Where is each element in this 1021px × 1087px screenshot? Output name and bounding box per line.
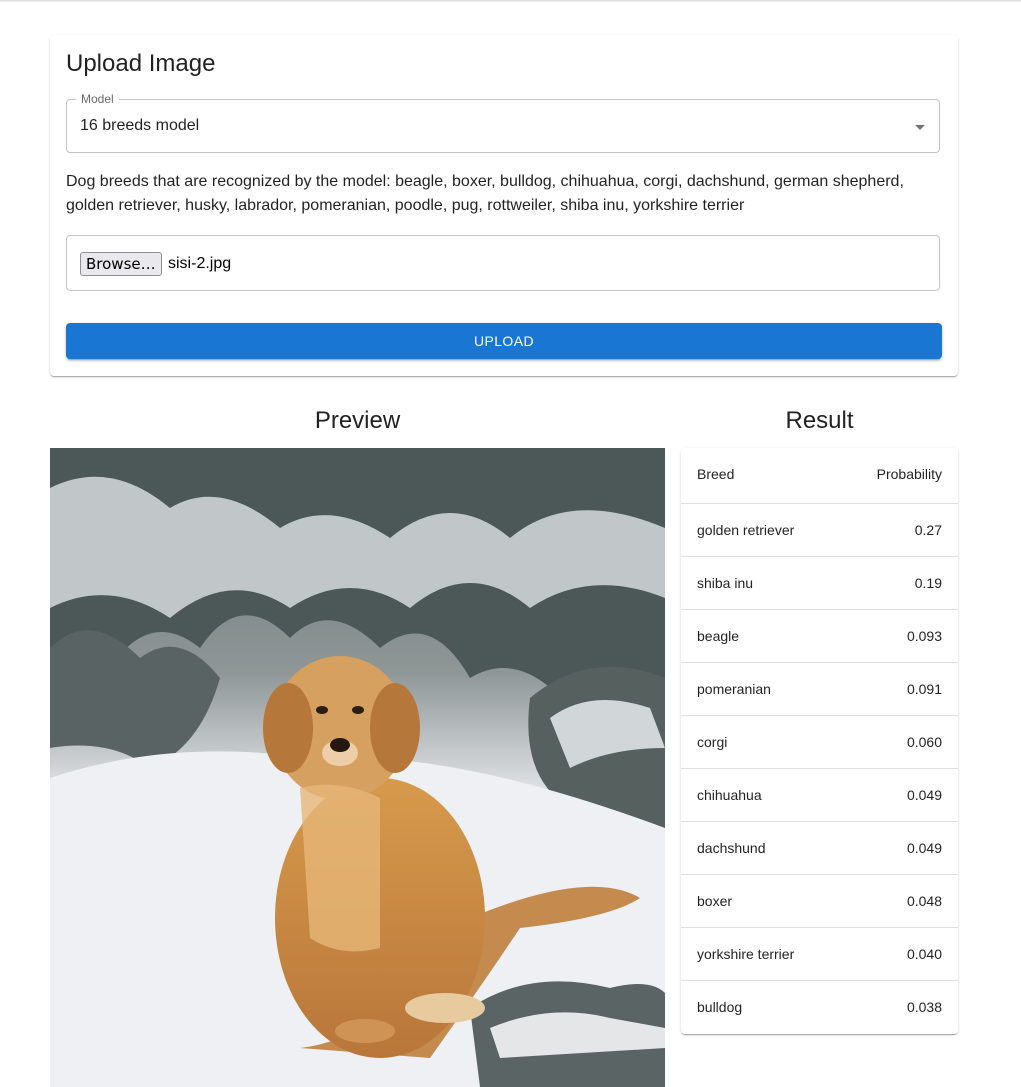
breed-cell: bulldog xyxy=(697,999,743,1015)
table-row: corgi 0.060 xyxy=(681,716,958,769)
probability-cell: 0.060 xyxy=(906,734,942,750)
probability-cell: 0.049 xyxy=(906,840,942,856)
model-select-value: 16 breeds model xyxy=(80,117,200,134)
browse-button[interactable]: Browse… xyxy=(80,252,162,276)
recognized-breeds-text: Dog breeds that are recognized by the mo… xyxy=(66,173,904,214)
probability-cell: 0.048 xyxy=(906,893,942,909)
selected-file-name: sisi-2.jpg xyxy=(168,255,232,272)
result-table: Breed Probability golden retriever 0.27 … xyxy=(681,448,958,1034)
breed-cell: dachshund xyxy=(697,840,766,856)
model-select-label: Model xyxy=(76,91,119,107)
table-header-row: Breed Probability xyxy=(681,448,958,504)
table-row: shiba inu 0.19 xyxy=(681,557,958,610)
dropdown-arrow-icon[interactable] xyxy=(915,125,925,130)
app-bar-edge xyxy=(0,0,1021,2)
model-select[interactable]: Model 16 breeds model xyxy=(66,91,940,153)
breed-cell: shiba inu xyxy=(697,575,754,591)
breed-cell: golden retriever xyxy=(697,522,795,538)
preview-title: Preview xyxy=(314,407,401,434)
column-header-probability: Probability xyxy=(876,466,942,482)
probability-cell: 0.038 xyxy=(906,999,942,1015)
breed-cell: chihuahua xyxy=(697,787,762,803)
probability-cell: 0.049 xyxy=(906,787,942,803)
probability-cell: 0.040 xyxy=(906,946,942,962)
table-row: boxer 0.048 xyxy=(681,875,958,928)
table-row: yorkshire terrier 0.040 xyxy=(681,928,958,981)
breed-cell: corgi xyxy=(697,734,728,750)
table-row: bulldog 0.038 xyxy=(681,981,958,1034)
probability-cell: 0.093 xyxy=(906,628,942,644)
upload-card: Upload Image Model 16 breeds model Dog b… xyxy=(50,35,958,376)
upload-button[interactable]: UPLOAD xyxy=(66,323,942,359)
breed-cell: yorkshire terrier xyxy=(697,946,795,962)
breed-cell: beagle xyxy=(697,628,740,644)
breed-cell: boxer xyxy=(697,893,733,909)
breed-cell: pomeranian xyxy=(697,681,771,697)
result-title: Result xyxy=(785,407,854,434)
table-row: dachshund 0.049 xyxy=(681,822,958,875)
file-input[interactable]: Browse… sisi-2.jpg xyxy=(66,235,940,291)
probability-cell: 0.19 xyxy=(914,575,942,591)
probability-cell: 0.27 xyxy=(914,522,942,538)
table-row: golden retriever 0.27 xyxy=(681,504,958,557)
column-header-breed: Breed xyxy=(697,466,735,482)
probability-cell: 0.091 xyxy=(906,681,942,697)
table-row: chihuahua 0.049 xyxy=(681,769,958,822)
table-row: pomeranian 0.091 xyxy=(681,663,958,716)
upload-card-title: Upload Image xyxy=(66,50,216,77)
preview-image xyxy=(50,448,665,1087)
table-row: beagle 0.093 xyxy=(681,610,958,663)
